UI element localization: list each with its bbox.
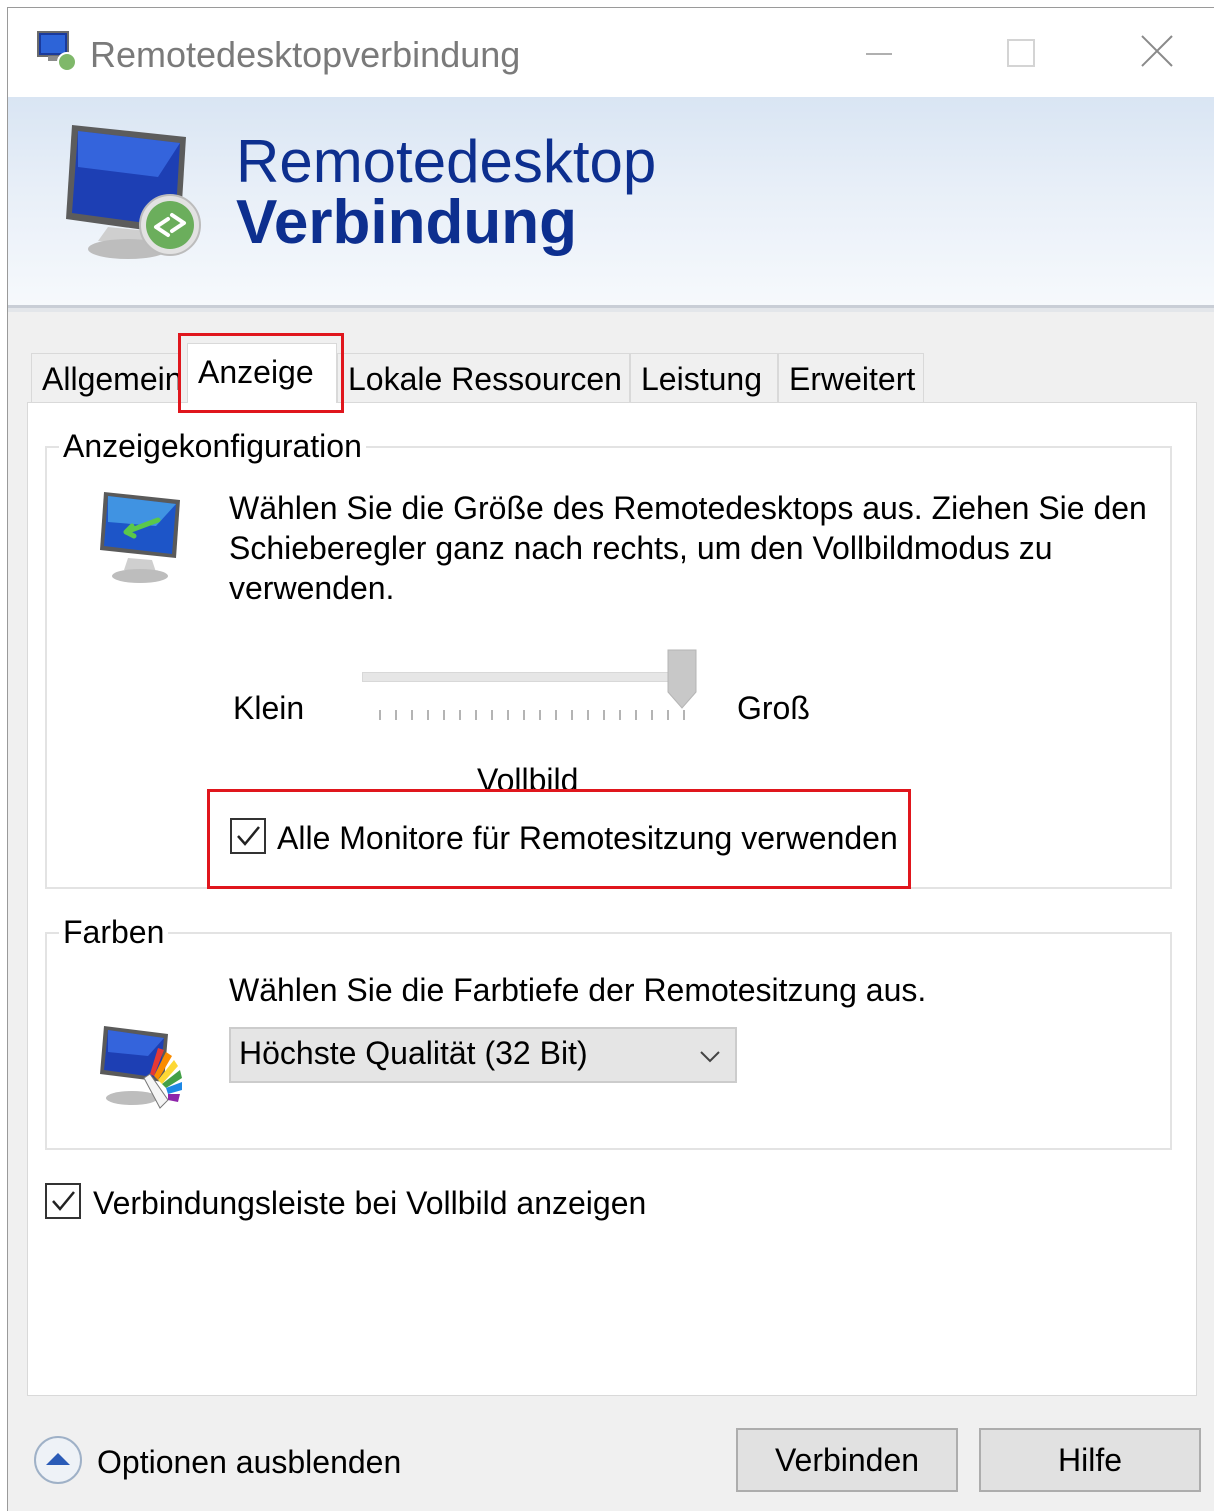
- options-toggle-link[interactable]: Optionen ausblenden: [97, 1442, 401, 1482]
- tab-lokale-ressourcen[interactable]: Lokale Ressourcen: [337, 353, 630, 403]
- tab-erweitert[interactable]: Erweitert: [778, 353, 924, 403]
- color-depth-select[interactable]: Höchste Qualität (32 Bit): [229, 1027, 737, 1083]
- rdp-window: Remotedesktopverbindung Remotedesktop Ve…: [7, 7, 1214, 1511]
- connect-button[interactable]: Verbinden: [736, 1428, 958, 1492]
- slider-max-label: Groß: [737, 690, 810, 726]
- color-depth-selected: Höchste Qualität (32 Bit): [239, 1035, 588, 1071]
- color-palette-icon: [100, 1026, 182, 1109]
- all-monitors-highlight-box: [207, 789, 911, 889]
- connection-bar-label[interactable]: Verbindungsleiste bei Vollbild anzeigen: [93, 1183, 646, 1223]
- colors-group-label: Farben: [59, 914, 169, 951]
- maximize-icon[interactable]: [994, 26, 1044, 76]
- header-banner: Remotedesktop Verbindung: [8, 97, 1214, 305]
- size-slider-track[interactable]: [362, 672, 692, 682]
- title-bar: Remotedesktopverbindung: [8, 8, 1214, 97]
- tab-allgemein[interactable]: Allgemein: [31, 353, 183, 403]
- checkmark-icon: [52, 1191, 75, 1211]
- size-slider-thumb[interactable]: [666, 648, 698, 710]
- remote-monitor-icon: [66, 125, 201, 259]
- slider-min-label: Klein: [233, 690, 305, 726]
- close-icon[interactable]: [1132, 26, 1182, 76]
- display-monitor-icon: [100, 492, 180, 583]
- connection-bar-checkbox[interactable]: [45, 1183, 81, 1219]
- banner-divider-shadow: [8, 308, 1214, 312]
- remote-desktop-app-icon: [37, 31, 77, 72]
- banner-title: Remotedesktop: [236, 128, 657, 195]
- display-config-label: Anzeigekonfiguration: [59, 428, 366, 465]
- tab-leistung[interactable]: Leistung: [630, 353, 778, 403]
- banner-subtitle: Verbindung: [236, 188, 577, 257]
- display-config-description: Wählen Sie die Größe des Remotedesktops …: [229, 490, 1147, 606]
- window-title: Remotedesktopverbindung: [90, 34, 521, 75]
- colors-description: Wählen Sie die Farbtiefe der Remotesitzu…: [229, 972, 927, 1008]
- collapse-options-icon[interactable]: [32, 1434, 84, 1486]
- chevron-down-icon: [700, 1051, 720, 1063]
- tab-highlight-box: [178, 333, 344, 413]
- slider-ticks: [379, 710, 685, 720]
- help-button[interactable]: Hilfe: [979, 1428, 1201, 1492]
- minimize-icon[interactable]: [854, 26, 904, 76]
